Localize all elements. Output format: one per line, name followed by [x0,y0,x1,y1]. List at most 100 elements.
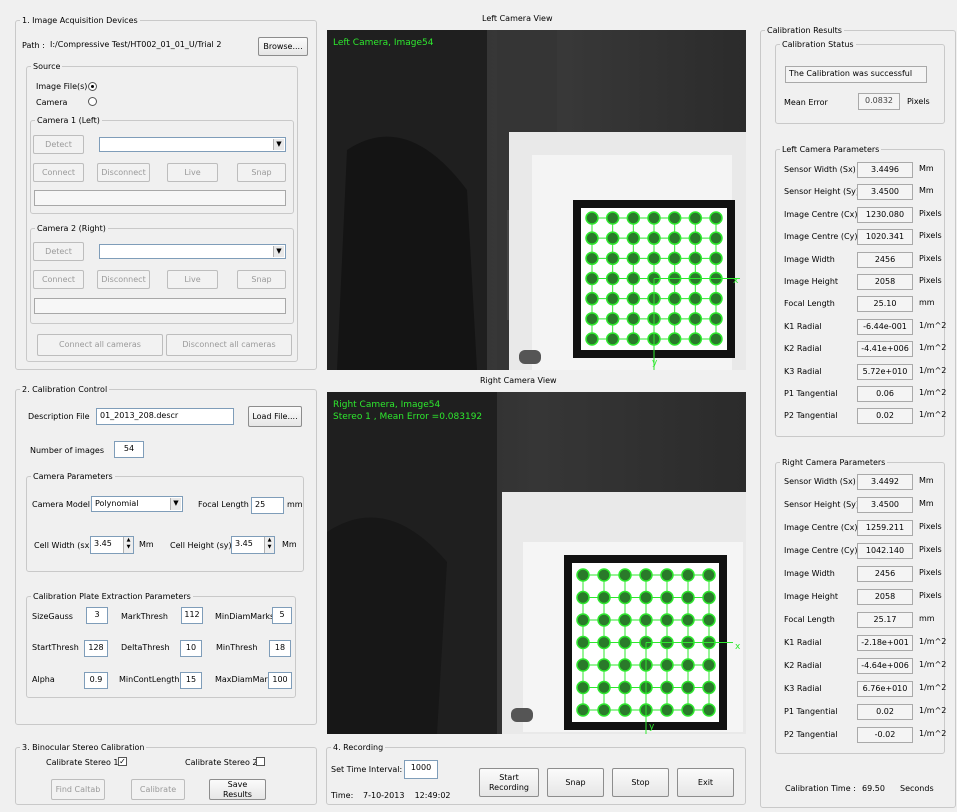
spin-arrows-icon[interactable]: ▲ ▼ [123,537,133,553]
camera1-live-button[interactable]: Live [167,163,218,182]
right-param-unit: Pixels [919,591,942,600]
alpha-input[interactable]: 0.9 [84,672,108,689]
right-calibration-mark [597,680,611,695]
left-param-unit: Pixels [919,276,942,285]
left-calibration-mark [667,312,682,326]
left-calibration-mark [709,211,723,225]
right-calibration-mark [576,613,590,627]
right-calibration-mark [681,568,695,582]
stereo1-checkbox[interactable]: ✓ [118,757,127,766]
min-thresh-label: MinThresh [216,643,258,652]
left-param-row: K1 Radial -6.44e-001 1/m^2 [775,318,946,337]
save-results-button[interactable]: Save Results [209,779,266,800]
browse-button[interactable]: Browse.... [258,37,308,56]
left-calibration-mark [688,332,703,346]
camera-radio[interactable] [88,97,97,106]
right-param-value: 0.02 [857,704,913,720]
camera-model-select[interactable]: Polynomial ▼ [91,496,183,512]
min-diam-input[interactable]: 5 [272,607,292,624]
interval-input[interactable]: 1000 [404,760,438,779]
left-axis-y-label: y [652,358,658,368]
left-calibration-mark [626,231,641,245]
desc-file-input[interactable]: 01_2013_208.descr [96,408,234,425]
exit-button[interactable]: Exit [677,768,734,797]
right-axis-x-label: x [735,642,741,652]
right-param-unit: 1/m^2 [919,660,947,669]
right-calibration-mark [597,590,611,605]
right-param-row: K2 Radial -4.64e+006 1/m^2 [775,658,947,676]
right-calibration-mark [597,613,611,627]
right-param-label: K3 Radial [784,684,822,693]
chevron-down-icon: ▼ [273,246,284,257]
left-calibration-mark [605,271,620,286]
camera2-detect-button[interactable]: Detect [33,242,84,261]
connect-all-button[interactable]: Connect all cameras [37,334,163,356]
start-thresh-input[interactable]: 128 [84,640,108,657]
mark-thresh-input[interactable]: 112 [181,607,203,624]
delta-thresh-input[interactable]: 10 [180,640,202,657]
left-calibration-mark [667,251,682,266]
calibrate-button[interactable]: Calibrate [131,779,185,800]
cell-height-value: 3.45 [235,539,253,548]
right-calibration-mark [681,703,695,717]
camera1-snap-button[interactable]: Snap [237,163,286,182]
mark-thresh-label: MarkThresh [121,612,168,621]
camera2-snap-button[interactable]: Snap [237,270,286,289]
camera1-connect-button[interactable]: Connect [33,163,84,182]
left-calibration-mark [667,231,682,245]
left-param-value: 0.06 [857,386,913,402]
right-param-row: Image Centre (Cx) 1259.211 Pixels [775,520,945,538]
right-param-row: Image Width 2456 Pixels [775,566,945,584]
right-param-value: 1259.211 [857,520,913,536]
size-gauss-input[interactable]: 3 [86,607,108,624]
left-calibration-mark [585,312,599,326]
stop-button[interactable]: Stop [612,768,669,797]
min-thresh-input[interactable]: 18 [269,640,291,657]
source-title: Source [33,62,61,71]
left-param-unit: 1/m^2 [919,410,947,420]
right-calibration-mark [702,568,716,582]
max-diam-input[interactable]: 100 [268,672,292,689]
start-recording-button[interactable]: Start Recording [479,768,539,797]
right-camera-params-title: Right Camera Parameters [782,458,886,467]
left-calibration-mark [667,332,682,346]
stereo2-label: Calibrate Stereo 2 [185,758,258,767]
delta-thresh-label: DeltaThresh [121,643,170,652]
focal-length-input[interactable]: 25 [251,497,284,514]
camera2-select[interactable]: ▼ [99,244,286,259]
disconnect-all-button[interactable]: Disconnect all cameras [166,334,292,356]
left-param-unit: Pixels [919,208,942,218]
right-calibration-mark [660,568,674,582]
focal-length-label: Focal Length [198,500,249,509]
min-cont-input[interactable]: 15 [180,672,202,689]
num-images-input[interactable]: 54 [114,441,144,458]
camera1-disconnect-button[interactable]: Disconnect [97,163,150,182]
image-files-radio[interactable] [88,82,97,91]
time-label: Time: [331,791,354,800]
camera2-connect-button[interactable]: Connect [33,270,84,289]
spin-arrows-icon[interactable]: ▲ ▼ [264,537,274,553]
cell-height-unit: Mm [282,540,297,549]
camera1-select[interactable]: ▼ [99,137,286,152]
camera1-detect-button[interactable]: Detect [33,135,84,154]
snap-button[interactable]: Snap [547,768,604,797]
right-param-row: Image Centre (Cy) 1042.140 Pixels [775,543,945,561]
right-calibration-mark [702,703,716,717]
left-param-unit: Mm [919,164,934,173]
camera2-live-button[interactable]: Live [167,270,218,289]
left-camera-image [327,30,746,370]
load-file-button[interactable]: Load File.... [248,406,302,427]
find-caltab-button[interactable]: Find Caltab [51,779,105,800]
left-calibration-mark [605,291,620,306]
max-diam-label: MaxDiamMarl [215,675,270,684]
camera2-disconnect-button[interactable]: Disconnect [97,270,150,289]
mean-error-value: 0.0832 [858,93,900,110]
cell-width-spinner[interactable]: 3.45 ▲ ▼ [90,536,134,554]
left-param-value: 2058 [857,274,913,290]
camera1-title: Camera 1 (Left) [37,116,100,125]
cell-height-spinner[interactable]: 3.45 ▲ ▼ [231,536,275,554]
left-calibration-mark [605,312,620,326]
left-calibration-mark [688,231,703,245]
left-param-row: Image Centre (Cx) 1230.080 Pixels [775,206,945,225]
stereo2-checkbox[interactable] [256,757,265,766]
